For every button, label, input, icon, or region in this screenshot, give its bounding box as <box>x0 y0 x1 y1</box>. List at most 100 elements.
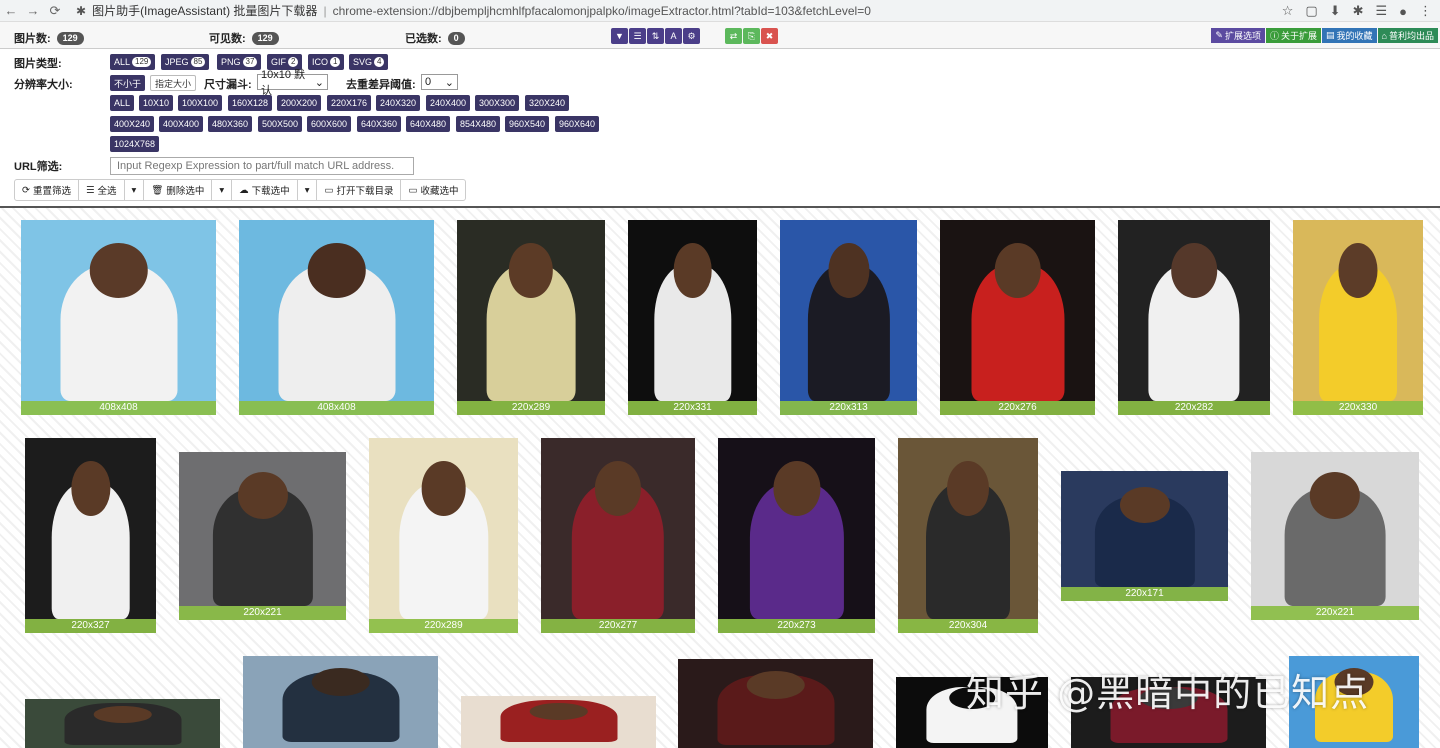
size-button[interactable]: 400X240 <box>110 116 155 132</box>
size-button[interactable]: 200X200 <box>277 95 322 111</box>
font-icon[interactable]: A <box>665 28 682 44</box>
download-icon[interactable]: ⬇ <box>1330 3 1341 19</box>
thumbnail[interactable]: 220x273 <box>718 438 875 633</box>
thumbnail[interactable]: 220x221 <box>1251 452 1419 620</box>
list-icon[interactable]: ☰ <box>629 28 646 44</box>
open-download-dir-button[interactable]: ▭ 打开下载目录 <box>317 180 402 200</box>
favorites-link[interactable]: ▤ 我的收藏 <box>1322 28 1377 43</box>
size-button[interactable]: 640X480 <box>406 116 451 132</box>
profile-avatar-icon[interactable]: ● <box>1399 4 1407 19</box>
settings-icon[interactable]: ⚙ <box>683 28 700 44</box>
size-button[interactable]: 220X176 <box>327 95 372 111</box>
size-button[interactable]: 854X480 <box>456 116 501 132</box>
thumbnail[interactable]: 220x327 <box>25 438 156 633</box>
size-button[interactable]: 100X100 <box>178 95 223 111</box>
thumbnail[interactable]: 220x171 <box>1061 471 1228 601</box>
thumbnail[interactable]: 220x289 <box>457 220 605 415</box>
thumbnail[interactable]: 408x408 <box>21 220 216 415</box>
extensions-puzzle-icon[interactable]: ✱ <box>1353 3 1364 19</box>
size-button[interactable]: 160X128 <box>228 95 273 111</box>
type-svg-chip[interactable]: SVG 4 <box>349 54 389 70</box>
download-label: 下载选中 <box>251 186 290 197</box>
resolution-label: 分辨率大小: <box>14 79 73 91</box>
thumbnail[interactable]: 220x277 <box>541 438 695 633</box>
size-button[interactable]: 400X400 <box>159 116 204 132</box>
thumbnail[interactable] <box>25 699 220 748</box>
options-link[interactable]: ✎ 扩展选项 <box>1211 28 1265 43</box>
thumbnail[interactable]: 220x331 <box>628 220 757 415</box>
reset-filter-button[interactable]: ⟳ 重置筛选 <box>15 180 79 200</box>
size-button[interactable]: 600X600 <box>307 116 352 132</box>
not-less-button[interactable]: 不小于 <box>110 75 146 91</box>
folder-open-icon: ▭ <box>324 184 334 196</box>
delete-dropdown-button[interactable]: ▾ <box>212 180 233 200</box>
thumbnail-image <box>940 220 1095 415</box>
type-all-chip[interactable]: ALL 129 <box>110 54 156 70</box>
size-button[interactable]: 240X400 <box>426 95 471 111</box>
size-button[interactable]: 480X360 <box>208 116 253 132</box>
size-button[interactable]: 500X500 <box>258 116 303 132</box>
reload-icon[interactable]: ⟳ <box>44 0 66 22</box>
thumbnail[interactable]: 408x408 <box>239 220 434 415</box>
bookmark-star-icon[interactable]: ☆ <box>1282 3 1294 19</box>
visible-badge: 129 <box>251 31 279 45</box>
download-dropdown-button[interactable]: ▾ <box>298 180 318 200</box>
list-icon: ☰ <box>85 184 95 196</box>
back-icon[interactable]: ← <box>0 0 22 22</box>
close-icon[interactable]: ✖ <box>761 28 778 44</box>
funnel-select[interactable]: 10x10 默认 ⌄ <box>257 69 328 97</box>
size-button[interactable]: 10X10 <box>139 95 174 111</box>
thumbnail[interactable]: 220x221 <box>179 452 346 620</box>
size-button[interactable]: 960X540 <box>505 116 550 132</box>
screenshot-icon[interactable]: ▢ <box>1305 3 1317 19</box>
sort-icon[interactable]: ⇅ <box>647 28 664 44</box>
type-name: ALL <box>114 57 131 67</box>
forward-icon[interactable]: → <box>22 0 44 22</box>
home-link[interactable]: ⌂ 普利均出品 <box>1377 28 1438 43</box>
thumbnail[interactable]: 220x289 <box>369 438 518 633</box>
size-button[interactable]: 960X640 <box>555 116 600 132</box>
delete-selected-button[interactable]: 🗑 删除选中 <box>144 180 213 200</box>
thumbnail[interactable]: 220x304 <box>898 438 1038 633</box>
size-button[interactable]: 1024X768 <box>110 136 160 152</box>
thumbnail-image <box>243 656 438 748</box>
thumbnail[interactable] <box>678 659 873 748</box>
size-button[interactable]: 300X300 <box>475 95 520 111</box>
size-button[interactable]: 640X360 <box>357 116 402 132</box>
size-button[interactable]: 320X240 <box>525 95 570 111</box>
thumbnail-size-label: 220x221 <box>179 606 346 620</box>
thumbnail-image <box>461 696 656 748</box>
size-button[interactable]: 240X320 <box>376 95 421 111</box>
selected-count: 已选数: 0 <box>405 30 465 46</box>
copy-icon[interactable]: ⎘ <box>743 28 760 44</box>
select-dropdown-button[interactable]: ▾ <box>125 180 145 200</box>
about-link[interactable]: ⓘ 关于扩展 <box>1265 28 1322 43</box>
type-png-chip[interactable]: PNG 37 <box>217 54 262 70</box>
thumbnail[interactable]: 220x330 <box>1293 220 1423 415</box>
filter-icon[interactable]: ▼ <box>611 28 628 44</box>
type-jpeg-chip[interactable]: JPEG 85 <box>161 54 210 70</box>
extension-icon: ✱ <box>76 3 87 18</box>
select-all-button[interactable]: ☰ 全选 <box>79 180 125 200</box>
collect-selected-button[interactable]: ▭ 收藏选中 <box>401 180 465 200</box>
specify-size-button[interactable]: 指定大小 <box>150 75 197 91</box>
size-all-button[interactable]: ALL <box>110 95 135 111</box>
address-bar[interactable]: 图片助手(ImageAssistant) 批量图片下载器 | chrome-exte… <box>92 2 871 19</box>
thumbnail-image <box>780 220 917 415</box>
thumbnail[interactable] <box>461 696 656 748</box>
url-filter-input[interactable]: Input Regexp Expression to part/full mat… <box>110 157 414 175</box>
thumbnail-size-label: 220x171 <box>1061 587 1228 601</box>
dedupe-select[interactable]: 0 ⌄ <box>421 74 458 90</box>
thumbnail[interactable]: 220x282 <box>1118 220 1270 415</box>
thumbnail[interactable] <box>243 656 438 748</box>
type-count: 129 <box>132 57 152 67</box>
visible-label: 可见数: <box>209 33 246 45</box>
swap-icon[interactable]: ⇄ <box>725 28 742 44</box>
reading-list-icon[interactable]: ☰ <box>1375 3 1387 19</box>
thumbnail-image <box>898 438 1038 633</box>
thumbnail[interactable]: 220x313 <box>780 220 917 415</box>
thumbnail[interactable]: 220x276 <box>940 220 1095 415</box>
menu-kebab-icon[interactable]: ⋮ <box>1419 3 1432 19</box>
download-selected-button[interactable]: ☁ 下载选中 <box>232 180 298 200</box>
cloud-download-icon: ☁ <box>239 184 249 196</box>
